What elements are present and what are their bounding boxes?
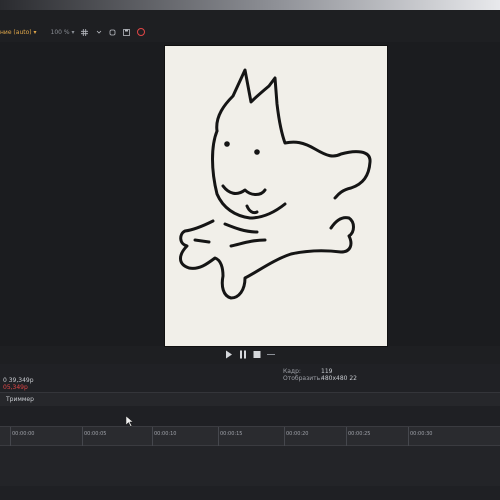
record-icon[interactable]: [136, 28, 145, 36]
mouse-cursor-icon: [125, 415, 134, 430]
grid-icon[interactable]: [81, 28, 89, 36]
timecode-label: 00:00:25: [348, 431, 371, 437]
chevron-down-icon[interactable]: [95, 28, 103, 36]
frame-label: Кадр:: [283, 368, 301, 375]
timeline: 00:00:00 00:00:05 00:00:10 00:00:15 00:0…: [0, 406, 500, 500]
play-icon[interactable]: [225, 350, 233, 362]
timecode-label: 00:00:30: [410, 431, 433, 437]
zoom-dropdown[interactable]: 100 % ▾: [51, 29, 75, 36]
tab-trimmer[interactable]: Триммер: [6, 396, 34, 403]
link-icon[interactable]: [109, 28, 117, 36]
viewer-toolbar: ние (auto) ▾ 100 % ▾: [0, 22, 500, 42]
timecode-label: 00:00:15: [220, 431, 243, 437]
pause-icon[interactable]: [239, 350, 247, 362]
cat-drawing: [179, 68, 372, 300]
transport-controls: [0, 348, 500, 364]
timecode-label: 00:00:10: [154, 431, 177, 437]
title-strip: [0, 0, 500, 10]
timecode-label: 00:00:05: [84, 431, 107, 437]
resolution-dropdown[interactable]: ние (auto) ▾: [0, 29, 37, 36]
timeline-ruler[interactable]: 00:00:00 00:00:05 00:00:10 00:00:15 00:0…: [0, 426, 500, 465]
timecode-current: 0 39,349р: [3, 377, 34, 384]
more-icon[interactable]: [267, 350, 275, 362]
frame-value: 119: [321, 368, 333, 375]
timecode-label: 00:00:20: [286, 431, 309, 437]
stop-icon[interactable]: [253, 350, 261, 362]
preview-canvas: [165, 46, 387, 346]
trimmer-panel-header: Триммер: [0, 392, 500, 407]
save-icon[interactable]: [123, 28, 131, 36]
status-bar: 0 39,349р 05,349р Кадр: 119 Отобразить: …: [0, 364, 500, 392]
display-label: Отобразить:: [283, 375, 323, 382]
timecode-duration: 05,349р: [3, 384, 28, 391]
timecode-label: 00:00:00: [12, 431, 35, 437]
timeline-track[interactable]: [0, 446, 500, 486]
display-value: 480x480 22: [321, 375, 357, 382]
